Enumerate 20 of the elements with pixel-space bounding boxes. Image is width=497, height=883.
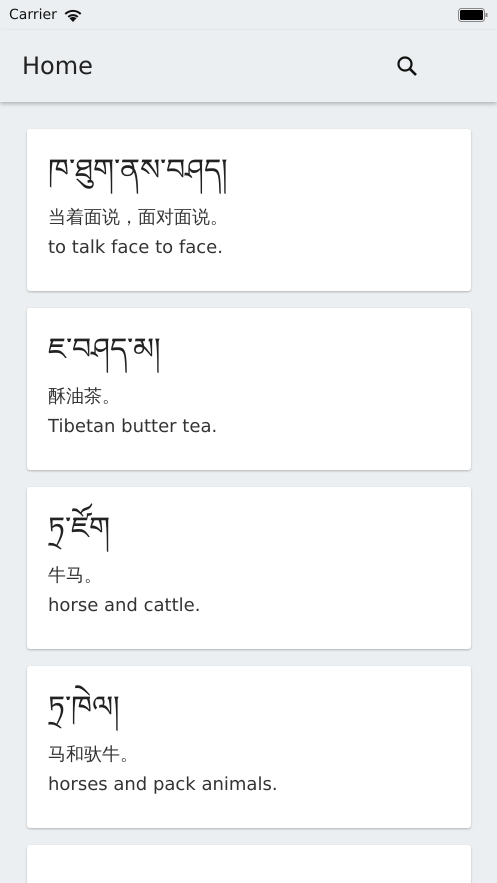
english-translation: horse and cattle. — [48, 594, 200, 618]
entry-card[interactable]: ཇ་བཤད་མ། 酥油茶。 Tibetan butter tea. — [27, 308, 471, 470]
tibetan-term: ཁ་ཐུག་ནས་བཤད། — [48, 149, 228, 193]
chinese-translation: 马和驮牛。 — [48, 743, 138, 767]
entry-card[interactable]: ཏྲ་ཛོག 牛马。 horse and cattle. — [27, 487, 471, 649]
tibetan-term: ཏྲ་ཁེལ། — [48, 686, 120, 730]
tibetan-term: ཇ་བཤད་མ། — [48, 328, 161, 372]
english-translation: to talk face to face. — [48, 236, 223, 260]
entry-card[interactable]: ཁ་ཐུག་ནས་བཤད། 当着面说，面对面说。 to talk face to face. — [27, 129, 471, 291]
wifi-icon — [62, 8, 83, 22]
chinese-translation: 牛马。 — [48, 564, 102, 588]
english-translation: horses and pack animals. — [48, 773, 278, 797]
english-translation: Tibetan butter tea. — [48, 415, 218, 439]
entry-card[interactable]: ཏྲ་ཁེལ། 马和驮牛。 horses and pack animals. — [27, 666, 471, 828]
page-title: Home — [22, 52, 93, 80]
chinese-translation: 酥油茶。 — [48, 385, 120, 409]
search-icon[interactable] — [395, 54, 419, 78]
battery-icon — [458, 8, 488, 22]
chinese-translation: 当着面说，面对面说。 — [48, 206, 228, 230]
carrier-label: Carrier — [9, 7, 57, 23]
